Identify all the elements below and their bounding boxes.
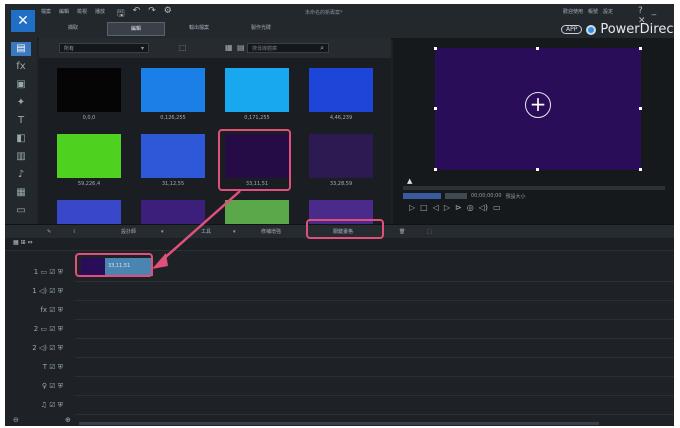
arrow-line <box>159 190 241 263</box>
drag-arrow <box>152 190 241 269</box>
arrow-head <box>152 253 168 269</box>
